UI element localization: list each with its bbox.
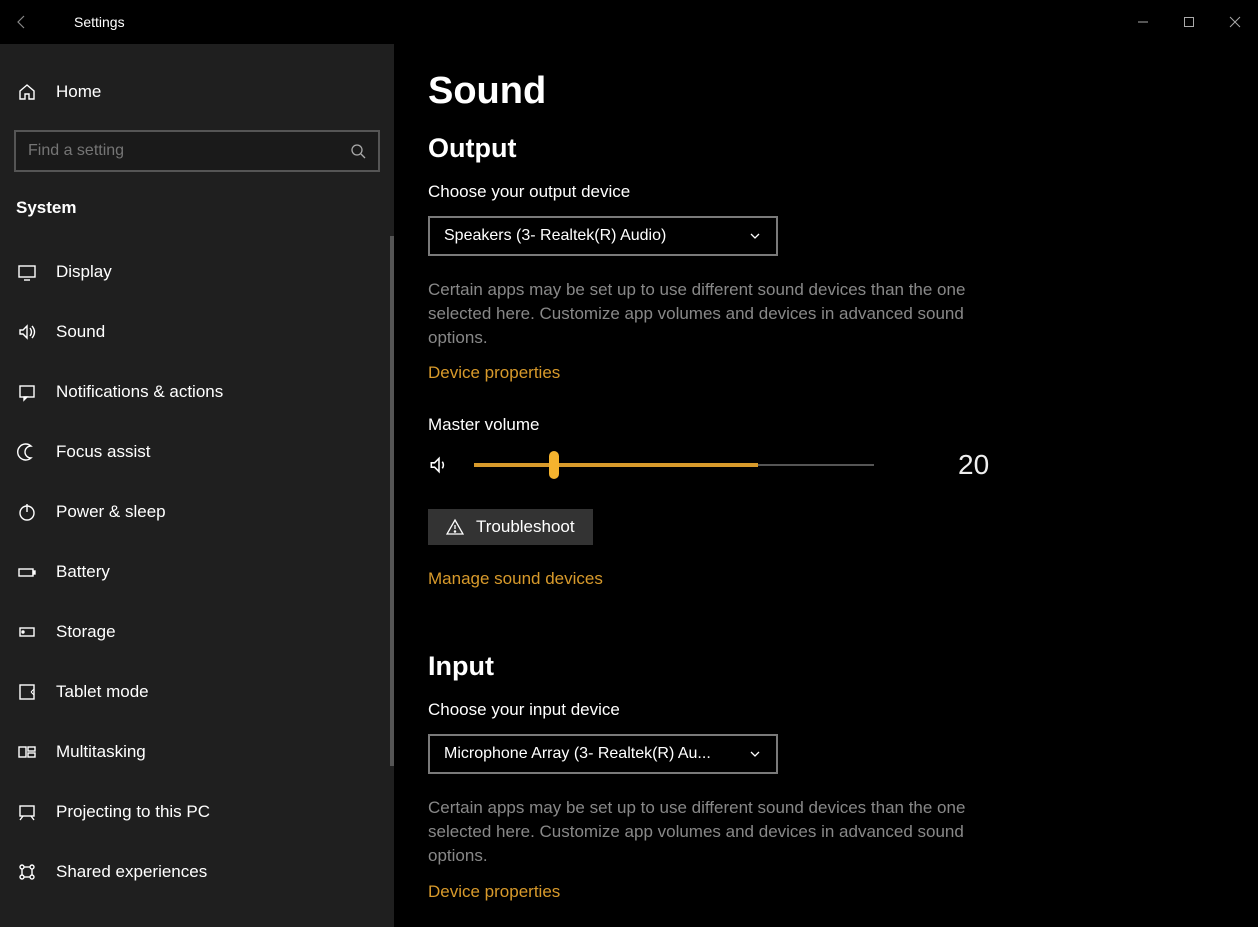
master-volume-value: 20 — [958, 449, 989, 481]
sidebar-item-label: Notifications & actions — [56, 382, 223, 402]
sidebar-item-label: Storage — [56, 622, 116, 642]
tablet-icon — [16, 682, 38, 702]
input-device-value: Microphone Array (3- Realtek(R) Au... — [444, 745, 711, 763]
maximize-icon — [1183, 16, 1195, 28]
sidebar-item-label: Sound — [56, 322, 105, 342]
sidebar-item-label: Multitasking — [56, 742, 146, 762]
input-device-properties-link[interactable]: Device properties — [428, 882, 560, 902]
sidebar-item-battery[interactable]: Battery — [0, 542, 394, 602]
warning-icon — [446, 518, 464, 536]
projecting-icon — [16, 802, 38, 822]
sidebar-item-power[interactable]: Power & sleep — [0, 482, 394, 542]
storage-icon — [16, 622, 38, 642]
multitasking-icon — [16, 742, 38, 762]
back-button[interactable] — [0, 0, 44, 44]
speaker-icon[interactable] — [428, 454, 450, 476]
slider-fill — [474, 463, 758, 467]
output-helper-text: Certain apps may be set up to use differ… — [428, 278, 988, 349]
sidebar-item-label: Shared experiences — [56, 862, 207, 882]
home-icon — [16, 82, 38, 102]
sidebar-home[interactable]: Home — [0, 64, 394, 120]
sound-icon — [16, 322, 38, 342]
page-title: Sound — [428, 70, 1218, 113]
sidebar-item-storage[interactable]: Storage — [0, 602, 394, 662]
search-field[interactable] — [28, 142, 350, 160]
focus-assist-icon — [16, 442, 38, 462]
troubleshoot-label: Troubleshoot — [476, 517, 575, 537]
output-device-select[interactable]: Speakers (3- Realtek(R) Audio) — [428, 216, 778, 256]
input-heading: Input — [428, 651, 1218, 682]
sidebar-item-label: Battery — [56, 562, 110, 582]
titlebar: Settings — [0, 0, 1258, 44]
master-volume-label: Master volume — [428, 415, 1218, 435]
chevron-down-icon — [748, 229, 762, 243]
output-choose-label: Choose your output device — [428, 182, 1218, 202]
sidebar-home-label: Home — [56, 82, 101, 102]
sidebar: Home System Display Sound — [0, 44, 394, 927]
main-panel: Sound Output Choose your output device S… — [394, 44, 1258, 927]
minimize-button[interactable] — [1120, 0, 1166, 44]
arrow-left-icon — [14, 14, 30, 30]
notifications-icon — [16, 382, 38, 402]
minimize-icon — [1137, 16, 1149, 28]
sidebar-item-label: Projecting to this PC — [56, 802, 210, 822]
sidebar-item-sound[interactable]: Sound — [0, 302, 394, 362]
input-device-select[interactable]: Microphone Array (3- Realtek(R) Au... — [428, 734, 778, 774]
sidebar-item-tablet[interactable]: Tablet mode — [0, 662, 394, 722]
chevron-down-icon — [748, 747, 762, 761]
sidebar-scrollbar[interactable] — [390, 236, 394, 766]
search-icon — [350, 143, 366, 159]
close-button[interactable] — [1212, 0, 1258, 44]
sidebar-category-header: System — [0, 190, 394, 236]
output-heading: Output — [428, 133, 1218, 164]
troubleshoot-button[interactable]: Troubleshoot — [428, 509, 593, 545]
maximize-button[interactable] — [1166, 0, 1212, 44]
close-icon — [1229, 16, 1241, 28]
manage-sound-devices-link[interactable]: Manage sound devices — [428, 569, 603, 589]
sidebar-item-shared[interactable]: Shared experiences — [0, 842, 394, 902]
sidebar-item-focus-assist[interactable]: Focus assist — [0, 422, 394, 482]
sidebar-item-projecting[interactable]: Projecting to this PC — [0, 782, 394, 842]
sidebar-item-label: Display — [56, 262, 112, 282]
master-volume-slider[interactable] — [474, 455, 874, 475]
sidebar-item-multitasking[interactable]: Multitasking — [0, 722, 394, 782]
sidebar-item-label: Focus assist — [56, 442, 150, 462]
shared-icon — [16, 862, 38, 882]
battery-icon — [16, 562, 38, 582]
sidebar-item-label: Tablet mode — [56, 682, 149, 702]
input-choose-label: Choose your input device — [428, 700, 1218, 720]
window-title: Settings — [74, 14, 125, 30]
sidebar-item-notifications[interactable]: Notifications & actions — [0, 362, 394, 422]
output-device-properties-link[interactable]: Device properties — [428, 363, 560, 383]
power-icon — [16, 502, 38, 522]
search-input[interactable] — [14, 130, 380, 172]
output-device-value: Speakers (3- Realtek(R) Audio) — [444, 227, 666, 245]
sidebar-item-display[interactable]: Display — [0, 242, 394, 302]
sidebar-nav: Display Sound Notifications & actions Fo… — [0, 236, 394, 902]
display-icon — [16, 262, 38, 282]
input-helper-text: Certain apps may be set up to use differ… — [428, 796, 988, 867]
sidebar-item-label: Power & sleep — [56, 502, 166, 522]
slider-thumb[interactable] — [549, 451, 559, 479]
